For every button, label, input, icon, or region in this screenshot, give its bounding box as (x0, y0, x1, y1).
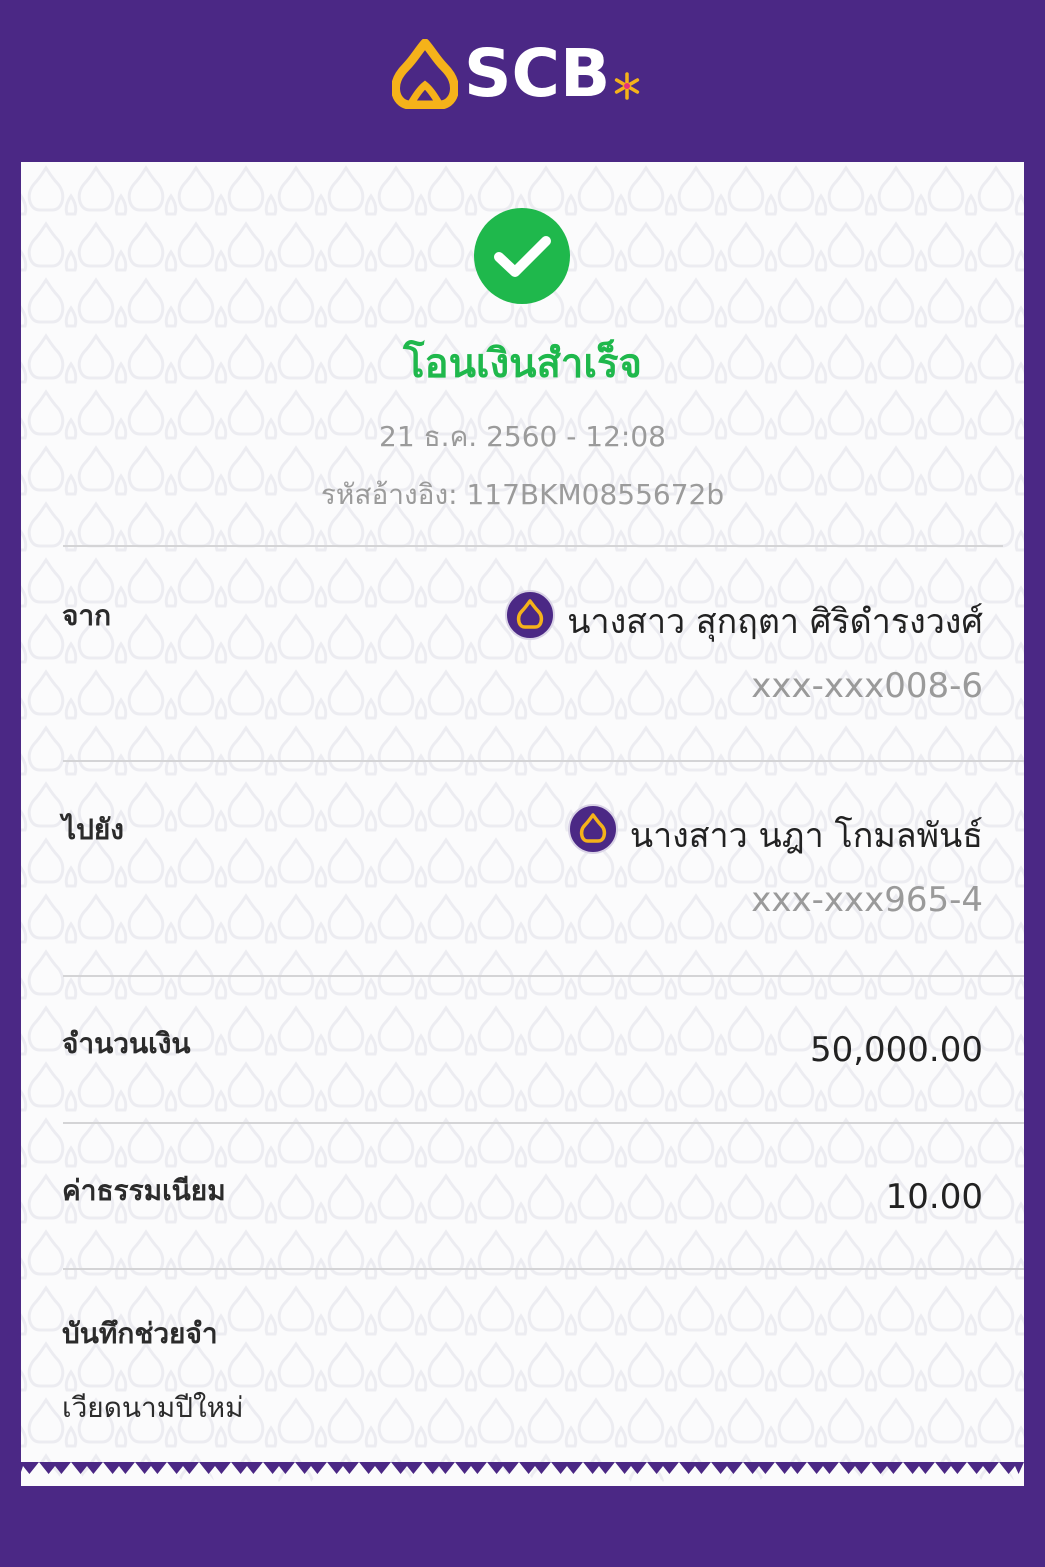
from-label: จาก (62, 599, 112, 632)
reference-value: 117BKM0855672b (466, 478, 725, 511)
from-name: นางสาว สุกฤตา ศิริดำรงวงศ์ (567, 602, 983, 642)
scb-bank-icon (505, 590, 556, 640)
to-block: นางสาว นฎา โกมลพันธ์ xxx-xxx965-4 (567, 804, 983, 924)
from-account: xxx-xxx008-6 (751, 666, 983, 706)
reference-line: รหัสอ้างอิง: 117BKM0855672b (0, 476, 1045, 514)
divider (63, 975, 1024, 977)
from-block: นางสาว สุกฤตา ศิริดำรงวงศ์ xxx-xxx008-6 (505, 590, 983, 710)
to-name: นางสาว นฎา โกมลพันธ์ (629, 816, 983, 856)
transaction-datetime: 21 ธ.ค. 2560 - 12:08 (379, 420, 666, 453)
scb-bank-icon (567, 804, 618, 854)
fee-label: ค่าธรรมเนียม (62, 1174, 226, 1207)
app-header: SCB (0, 0, 1045, 162)
memo-label: บันทึกช่วยจำ (62, 1317, 218, 1350)
divider (63, 1122, 1024, 1124)
to-account: xxx-xxx965-4 (751, 880, 983, 920)
amount-value: 50,000.00 (809, 1030, 983, 1070)
status-title: โอนเงินสำเร็จ (403, 341, 642, 387)
divider (63, 1268, 1024, 1270)
memo-value: เวียดนามปีใหม่ (62, 1391, 244, 1424)
divider (63, 760, 1024, 762)
scb-logo-icon (392, 39, 458, 109)
asterisk-star-icon (615, 72, 640, 100)
brand-name: SCB (464, 35, 611, 112)
from-name-row: นางสาว สุกฤตา ศิริดำรงวงศ์ (505, 590, 983, 646)
scb-logo: SCB (392, 34, 642, 114)
to-name-row: นางสาว นฎา โกมลพันธ์ (567, 804, 983, 860)
receipt-torn-edge (21, 1462, 1024, 1486)
to-label: ไปยัง (62, 813, 124, 846)
check-circle-icon (474, 208, 570, 304)
fee-value: 10.00 (885, 1177, 983, 1217)
divider (63, 545, 1003, 547)
amount-label: จำนวนเงิน (62, 1027, 191, 1060)
reference-label: รหัสอ้างอิง: (320, 478, 458, 511)
